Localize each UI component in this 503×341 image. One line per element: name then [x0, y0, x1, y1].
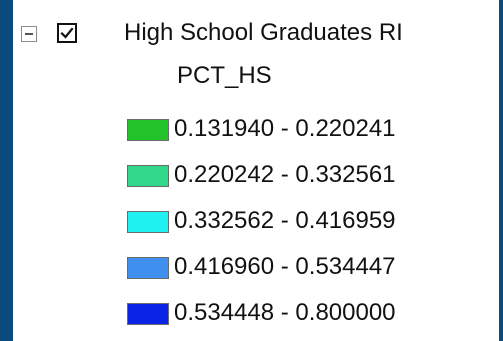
legend-item[interactable]: 0.220242 - 0.332561 [127, 156, 487, 202]
layer-row[interactable]: High School Graduates RI [13, 14, 499, 54]
legend-range-label: 0.534448 - 0.800000 [174, 299, 396, 326]
legend-item[interactable]: 0.332562 - 0.416959 [127, 202, 487, 248]
legend-swatch[interactable] [127, 165, 169, 187]
collapse-minus-icon[interactable] [21, 26, 37, 42]
legend-item[interactable]: 0.416960 - 0.534447 [127, 248, 487, 294]
table-of-contents-panel: High School Graduates RI PCT_HS 0.131940… [13, 0, 499, 341]
legend-swatch[interactable] [127, 257, 169, 279]
legend-swatch[interactable] [127, 303, 169, 325]
legend-swatch[interactable] [127, 211, 169, 233]
layer-name[interactable]: High School Graduates RI [124, 19, 403, 47]
legend-range-label: 0.416960 - 0.534447 [174, 253, 396, 280]
legend-range-label: 0.332562 - 0.416959 [174, 207, 396, 234]
legend-item[interactable]: 0.131940 - 0.220241 [127, 110, 487, 156]
legend-list: 0.131940 - 0.220241 0.220242 - 0.332561 … [127, 110, 487, 340]
legend-range-label: 0.131940 - 0.220241 [174, 115, 396, 142]
legend-item[interactable]: 0.534448 - 0.800000 [127, 294, 487, 340]
legend-field-name: PCT_HS [177, 62, 272, 89]
legend-swatch[interactable] [127, 119, 169, 141]
checkmark-icon [60, 27, 74, 39]
legend-range-label: 0.220242 - 0.332561 [174, 161, 396, 188]
layer-visibility-checkbox[interactable] [57, 23, 77, 43]
